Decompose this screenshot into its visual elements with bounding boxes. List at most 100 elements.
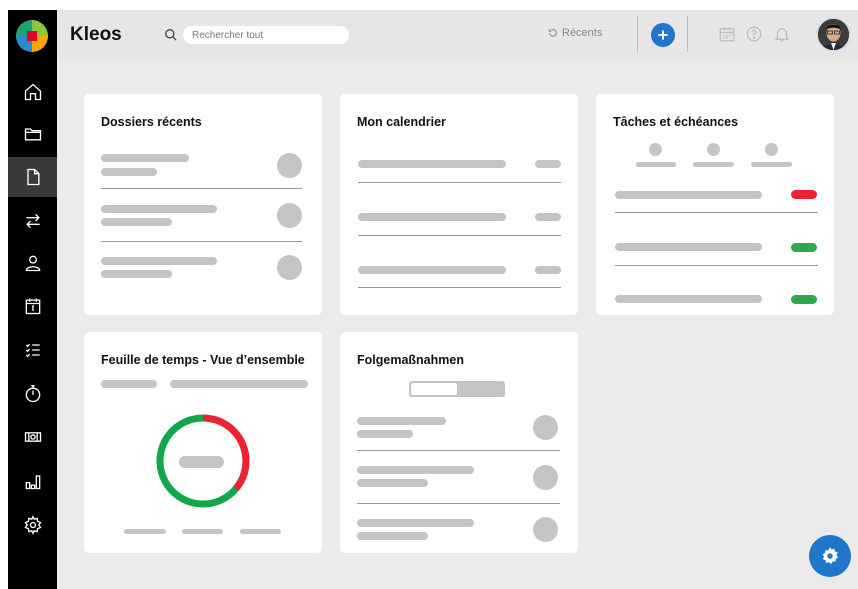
card-title: Mon calendrier [357,115,446,129]
stopwatch-icon [25,385,40,403]
recents-button[interactable]: Récents [548,27,602,39]
billing-icon [24,432,41,442]
divider [358,235,561,236]
reports-icon [25,475,40,490]
sidebar-item-calendar[interactable] [8,286,57,326]
placeholder-line [357,430,413,438]
placeholder-line [535,213,561,221]
placeholder-line [101,168,157,176]
settings-fab-button[interactable] [809,535,851,577]
search-icon[interactable] [164,28,178,42]
placeholder-line [124,529,166,534]
placeholder-line [535,160,561,168]
placeholder-dot [765,143,778,156]
gear-icon [822,547,839,564]
help-icon[interactable] [745,25,763,43]
placeholder-avatar [277,203,302,228]
tasks-card: Tâches et échéances [596,94,834,315]
placeholder-line [535,266,561,274]
search-input[interactable] [183,26,349,44]
sidebar-item-contacts[interactable] [8,243,57,283]
app-title: Kleos [70,24,122,45]
placeholder-avatar [533,465,558,490]
divider [101,241,302,242]
sidebar-item-billing[interactable] [8,417,57,457]
placeholder-line [357,466,474,474]
divider [101,188,302,189]
calendar-icon[interactable] [718,25,736,43]
task-list-icon [25,343,40,358]
placeholder-line [615,191,762,199]
placeholder-line [357,479,428,487]
placeholder-line [240,529,281,534]
global-search [164,26,349,44]
recent-files-card: Dossiers récents [84,94,322,315]
sidebar [8,10,57,589]
placeholder-line [170,380,308,388]
sidebar-item-transfers[interactable] [8,201,57,241]
divider [637,16,638,52]
placeholder-line [358,266,506,274]
sidebar-item-settings[interactable] [8,505,57,545]
placeholder-dot [707,143,720,156]
settings-icon [24,515,41,535]
placeholder-dot [649,143,662,156]
placeholder-line [615,243,762,251]
placeholder-avatar [277,153,302,178]
placeholder-line [101,257,217,265]
app-window: Kleos Récents [8,10,858,589]
user-avatar[interactable] [816,17,851,52]
placeholder-line [357,519,474,527]
sidebar-item-tasks[interactable] [8,330,57,370]
sidebar-item-documents[interactable] [8,157,57,197]
placeholder-line [693,162,734,167]
placeholder-line [636,162,676,167]
sidebar-item-reports[interactable] [8,461,57,501]
divider [358,182,561,183]
plus-icon [658,30,668,40]
sidebar-item-home[interactable] [8,72,57,112]
status-badge-green [791,295,817,304]
calendar-icon [25,298,40,315]
divider [358,287,561,288]
top-bar: Kleos Récents [57,10,858,60]
placeholder-line [357,417,446,425]
placeholder-avatar [277,255,302,280]
status-badge-red [791,190,817,199]
app-logo[interactable] [16,20,48,52]
divider [357,450,560,451]
placeholder-line [358,213,506,221]
divider [687,16,688,52]
divider [615,212,818,213]
home-icon [24,83,41,101]
placeholder-line [751,162,792,167]
placeholder-line [615,295,762,303]
placeholder-line [358,160,506,168]
toggle-option-active[interactable] [411,383,457,395]
calendar-card: Mon calendrier [340,94,578,315]
add-button[interactable] [651,23,675,47]
placeholder-line [179,456,224,468]
timesheet-card: Feuille de temps - Vue d’ensemble [84,332,322,553]
folder-icon [24,128,41,141]
contact-icon [25,255,40,272]
segmented-toggle[interactable] [409,381,505,397]
card-title: Tâches et échéances [613,115,739,129]
recents-label: Récents [562,27,603,39]
placeholder-line [101,205,217,213]
bell-icon[interactable] [773,25,791,43]
sidebar-item-folders[interactable] [8,114,57,154]
placeholder-line [101,380,157,388]
document-icon [26,168,39,186]
placeholder-line [101,270,172,278]
follow-ups-card: Folgemaßnahmen [340,332,578,553]
status-badge-green [791,243,817,252]
divider [615,265,818,266]
placeholder-line [182,529,223,534]
card-title: Folgemaßnahmen [357,353,464,367]
placeholder-line [101,218,172,226]
sidebar-item-time[interactable] [8,374,57,414]
placeholder-avatar [533,517,558,542]
card-title: Feuille de temps - Vue d’ensemble [101,353,305,367]
placeholder-line [357,532,428,540]
